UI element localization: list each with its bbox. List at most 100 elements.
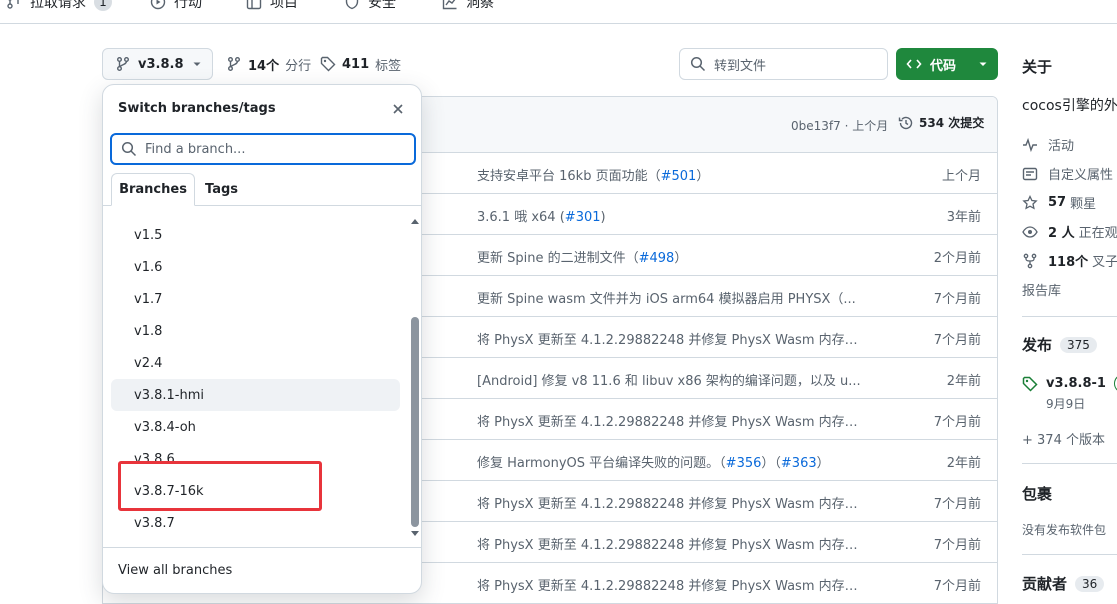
branch-item[interactable]: v2.4: [111, 347, 400, 379]
commit-message[interactable]: 将 PhysX 更新至 4.1.2.29882248 并修复 PhysX Was…: [477, 411, 867, 430]
scrollbar-thumb[interactable]: [411, 317, 419, 527]
branch-tag-tabs: Branches Tags: [103, 173, 421, 206]
nav-security[interactable]: 安全: [344, 0, 396, 12]
watchers-count: 2 人: [1048, 226, 1075, 241]
go-to-file-input[interactable]: 转到文件: [679, 48, 888, 80]
view-all-branches-link[interactable]: View all branches: [118, 563, 232, 578]
nav-insights[interactable]: 洞察: [442, 0, 494, 12]
forks-count: 118个: [1048, 255, 1089, 270]
more-releases-link[interactable]: + 374 个版本: [1022, 429, 1105, 448]
branches-count-link[interactable]: 14个 分行: [226, 54, 311, 74]
branches-count: 14个: [248, 58, 280, 74]
commit-date: 7个月前: [933, 292, 981, 307]
pull-request-link[interactable]: #301: [565, 210, 601, 225]
branches-label: 分行: [285, 58, 312, 74]
commit-message[interactable]: 更新 Spine wasm 文件并为 iOS arm64 模拟器启用 PHYSX…: [477, 288, 867, 307]
commit-date: 上个月: [941, 169, 981, 184]
go-to-file-placeholder: 转到文件: [714, 58, 767, 74]
branch-item[interactable]: v3.8.7: [111, 507, 400, 539]
commit-date: 7个月前: [933, 497, 981, 512]
packages-heading[interactable]: 包裹: [1022, 483, 1052, 504]
nav-pull-requests[interactable]: 拉取请求 1: [6, 0, 112, 12]
tag-icon: [320, 56, 336, 72]
commit-message[interactable]: 3.6.1 哦 x64 (#301): [477, 206, 867, 225]
tab-branches[interactable]: Branches: [111, 173, 195, 206]
commit-message[interactable]: 将 PhysX 更新至 4.1.2.29882248 并修复 PhysX Was…: [477, 534, 867, 553]
pull-request-link[interactable]: #498: [639, 251, 675, 266]
custom-properties-link[interactable]: 自定义属性: [1022, 164, 1113, 183]
nav-label: 项目: [270, 0, 298, 11]
commit-date: 7个月前: [933, 579, 981, 594]
code-icon: [906, 59, 922, 69]
pull-request-link[interactable]: #501: [661, 169, 697, 184]
code-button[interactable]: 代码: [896, 48, 998, 80]
pull-request-link[interactable]: #356: [726, 456, 762, 471]
commit-date: 2年前: [946, 456, 981, 471]
commit-message[interactable]: 更新 Spine 的二进制文件（#498）: [477, 247, 867, 266]
commit-message-text: 支持安卓平台 16kb 页面功能（: [477, 169, 661, 184]
contributors-title: 贡献者: [1022, 575, 1068, 593]
tag-icon: [1022, 376, 1038, 392]
branch-item[interactable]: v3.8.1-hmi: [111, 379, 400, 411]
commit-message-text: [Android] 修复 v8 11.6 和 libuv x86 架构的编译问题…: [477, 374, 861, 389]
fork-icon: [1023, 253, 1037, 268]
nav-label: 拉取请求: [30, 0, 86, 11]
caret-down-icon: [193, 62, 201, 66]
stars-link[interactable]: 57 颗星: [1022, 193, 1096, 212]
pulse-icon: [1023, 137, 1037, 152]
latest-commit-sha[interactable]: 0be13f7 · 上个月: [791, 117, 888, 134]
nav-label: 安全: [368, 0, 396, 11]
note-icon: [1022, 167, 1038, 180]
close-button[interactable]: [390, 101, 406, 117]
tags-count-link[interactable]: 411 标签: [320, 54, 401, 74]
scroll-down-arrow[interactable]: [410, 530, 420, 538]
shield-icon: [345, 0, 359, 10]
branch-select-button[interactable]: v3.8.8: [102, 48, 213, 80]
commit-message[interactable]: 修复 HarmonyOS 平台编译失败的问题。（#356）（#363）: [477, 452, 867, 471]
branch-search-input[interactable]: Find a branch...: [110, 133, 416, 165]
latest-release-link[interactable]: v3.8.8-1 最: [1022, 374, 1117, 393]
stars-count: 57: [1048, 195, 1067, 210]
branch-item[interactable]: v1.5: [111, 219, 400, 251]
commit-message[interactable]: 将 PhysX 更新至 4.1.2.29882248 并修复 PhysX Was…: [477, 329, 867, 348]
tags-count: 411: [342, 56, 370, 72]
stars-label: 颗星: [1070, 197, 1097, 212]
commit-message[interactable]: [Android] 修复 v8 11.6 和 libuv x86 架构的编译问题…: [477, 370, 867, 389]
pull-request-icon: [7, 0, 19, 9]
commit-message[interactable]: 支持安卓平台 16kb 页面功能（#501）: [477, 165, 867, 184]
pull-request-link[interactable]: #363: [781, 456, 817, 471]
activity-link[interactable]: 活动: [1022, 135, 1074, 154]
popover-footer: View all branches: [103, 547, 421, 593]
sidebar-divider: [1022, 316, 1117, 317]
commit-message[interactable]: 将 PhysX 更新至 4.1.2.29882248 并修复 PhysX Was…: [477, 575, 867, 594]
watchers-label: 正在观: [1078, 226, 1117, 241]
nav-label: 行动: [174, 0, 202, 11]
latest-release-name: v3.8.8-1: [1046, 376, 1106, 391]
releases-heading[interactable]: 发布 375: [1022, 334, 1097, 355]
branch-item[interactable]: v1.8: [111, 315, 400, 347]
nav-actions[interactable]: 行动: [150, 0, 202, 12]
branch-item[interactable]: v1.6: [111, 251, 400, 283]
commit-date: 7个月前: [933, 538, 981, 553]
nav-projects[interactable]: 项目: [246, 0, 298, 12]
commit-message-text: 将 PhysX 更新至 4.1.2.29882248 并修复 PhysX Was…: [477, 415, 867, 430]
commit-message[interactable]: 将 PhysX 更新至 4.1.2.29882248 并修复 PhysX Was…: [477, 493, 867, 512]
commits-link[interactable]: 534 次提交: [898, 114, 984, 131]
watchers-link[interactable]: 2 人 正在观: [1022, 222, 1117, 241]
table-icon: [246, 0, 262, 10]
branch-item[interactable]: v1.7: [111, 283, 400, 315]
popover-title: Switch branches/tags: [118, 101, 276, 116]
star-icon: [1022, 194, 1038, 210]
tab-tags[interactable]: Tags: [205, 173, 238, 206]
tags-label: 标签: [375, 58, 402, 74]
report-repository-link[interactable]: 报告库: [1022, 280, 1061, 299]
releases-title: 发布: [1022, 336, 1053, 354]
code-button-label: 代码: [930, 58, 957, 74]
forks-link[interactable]: 118个 叉子: [1022, 251, 1117, 270]
contributors-heading[interactable]: 贡献者 36: [1022, 573, 1105, 594]
branch-item[interactable]: v3.8.4-oh: [111, 411, 400, 443]
branch-search-placeholder: Find a branch...: [145, 141, 246, 157]
scroll-up-arrow[interactable]: [410, 217, 420, 225]
commit-message-text: ）: [696, 169, 710, 184]
eye-icon: [1022, 225, 1038, 238]
